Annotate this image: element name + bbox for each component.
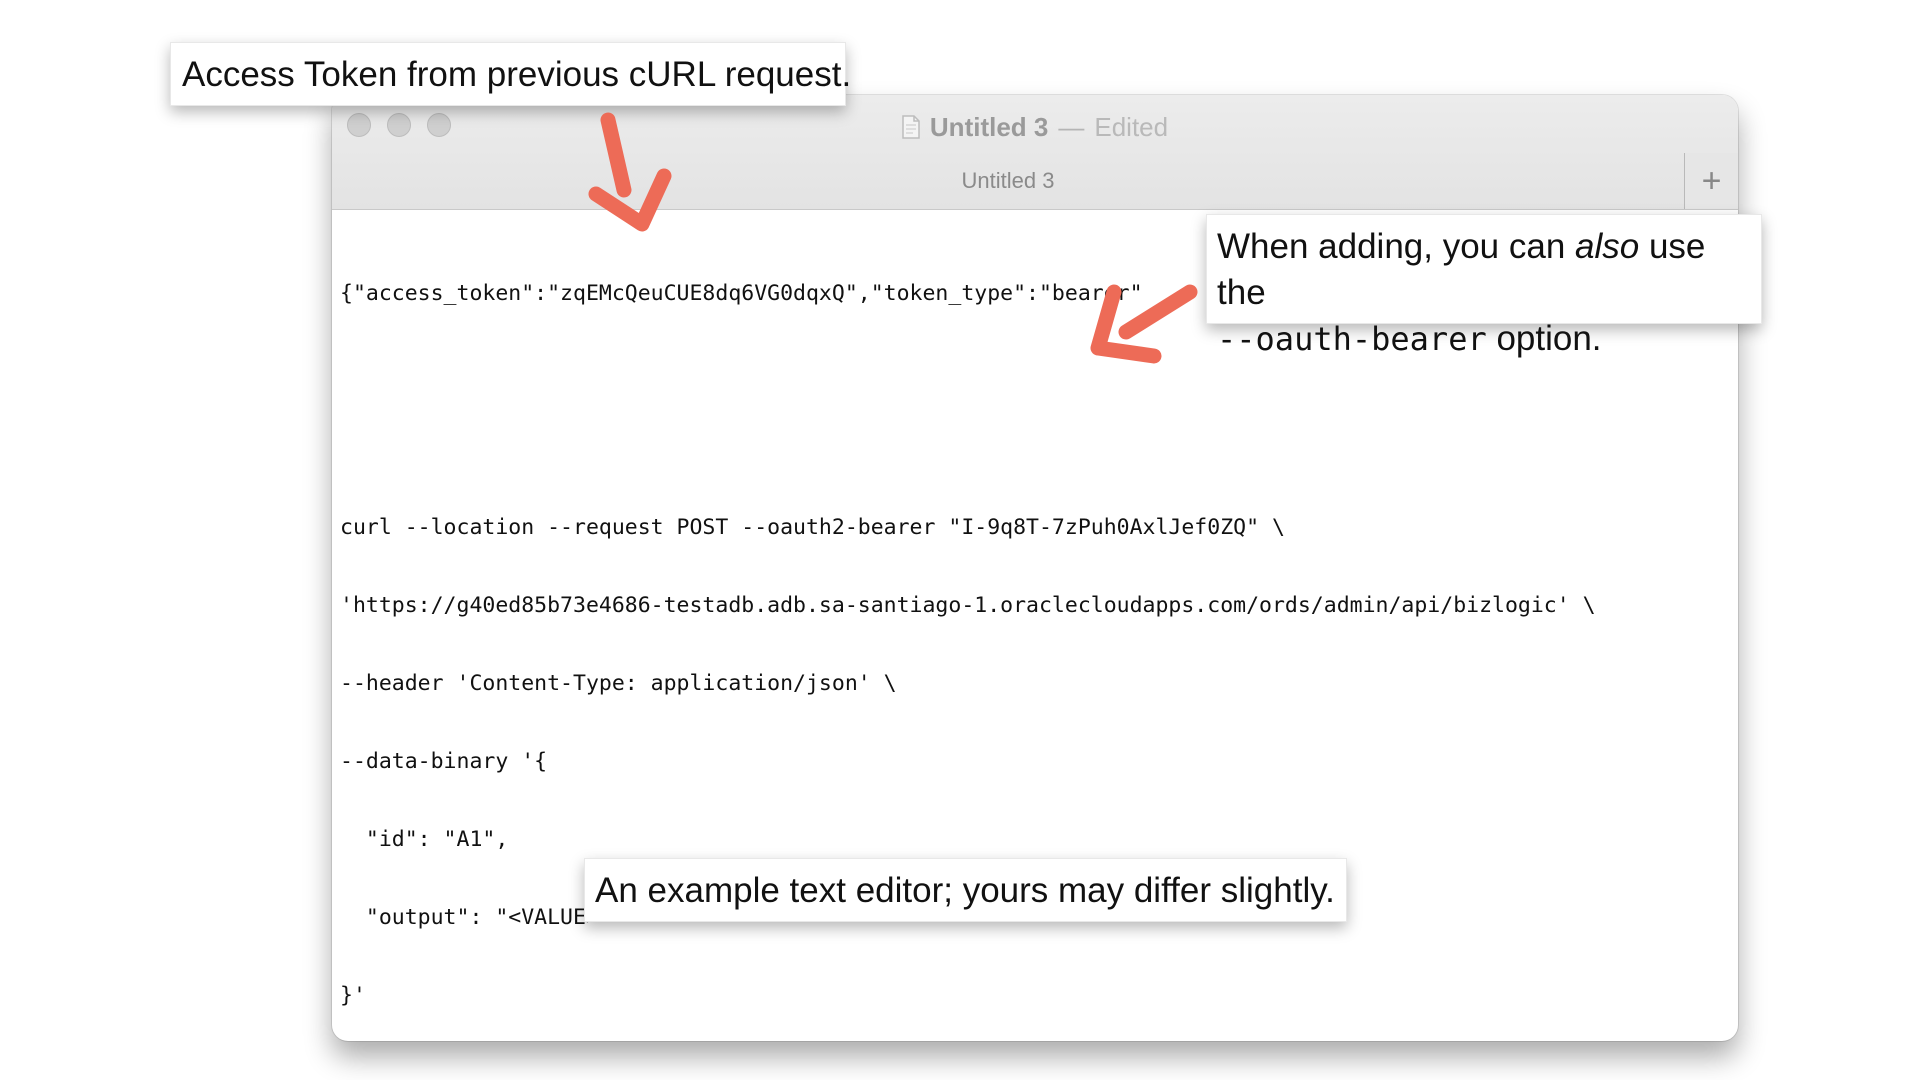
window-title: Untitled 3 — Edited [332, 107, 1738, 147]
curl-line: curl --location --request POST --oauth2-… [340, 515, 1285, 540]
plus-icon: + [1701, 162, 1722, 200]
document-name: Untitled 3 [929, 111, 1049, 142]
bearer-option-code: --oauth-bearer [1217, 320, 1487, 358]
document-icon [902, 115, 920, 139]
new-tab-button[interactable]: + [1684, 153, 1738, 209]
curl-line: --data-binary '{ [340, 749, 548, 774]
editor-note-text: An example text editor; yours may differ… [595, 871, 1335, 910]
title-bar: Untitled 3 — Edited Untitled 3 + [332, 95, 1738, 210]
oauth-bearer-callout: When adding, you can also use the --oaut… [1206, 214, 1762, 358]
tab-untitled-3[interactable]: Untitled 3 [332, 153, 1684, 209]
bearer-callout-emphasis: also [1575, 227, 1640, 266]
edited-status: Edited [1094, 111, 1169, 142]
access-token-callout: Access Token from previous cURL request. [170, 42, 851, 106]
curl-line: --header 'Content-Type: application/json… [340, 671, 897, 696]
blank-lines [340, 359, 1730, 463]
slide-stage: Untitled 3 — Edited Untitled 3 + {"acces… [0, 0, 1920, 1080]
bearer-callout-text-1: When adding, you can [1217, 227, 1576, 266]
title-separator: — [1058, 111, 1085, 142]
curl-line: }' [340, 983, 366, 1008]
curl-line: "id": "A1", [340, 827, 509, 852]
bearer-callout-text-3: option. [1486, 319, 1602, 358]
tab-bar: Untitled 3 + [332, 153, 1738, 209]
access-token-callout-text: Access Token from previous cURL request. [182, 55, 852, 94]
curl-line: 'https://g40ed85b73e4686-testadb.adb.sa-… [340, 593, 1596, 618]
text-editor-note-callout: An example text editor; yours may differ… [584, 858, 1347, 922]
